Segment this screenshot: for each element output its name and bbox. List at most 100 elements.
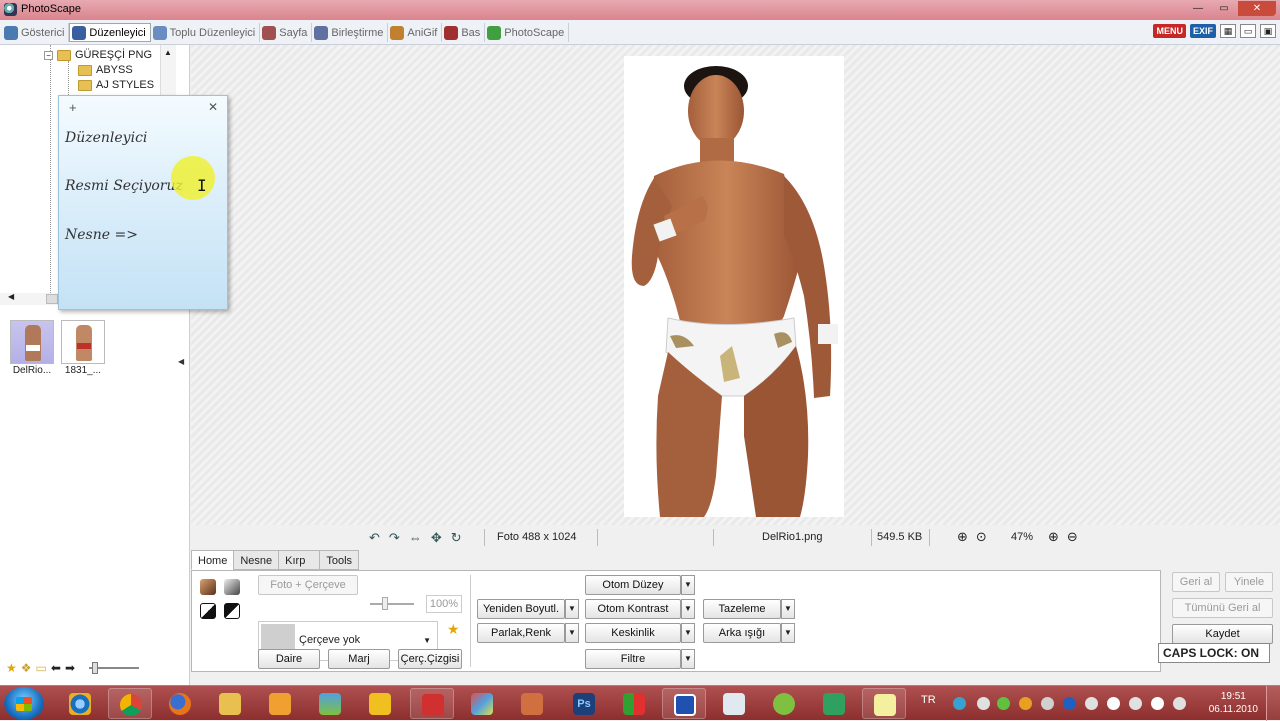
backlight-button[interactable]: Arka ışığı: [703, 623, 781, 643]
frame-opacity-slider[interactable]: [370, 597, 414, 610]
auto-contrast-button[interactable]: Otom Kontrast: [585, 599, 681, 619]
refresh-icon[interactable]: ↻: [451, 530, 462, 546]
maximize-button[interactable]: ▭: [1212, 1, 1236, 16]
taskbar-app-blue[interactable]: [662, 688, 706, 719]
brightness-color-dropdown[interactable]: ▼: [565, 623, 579, 643]
frame-line-button[interactable]: Çerç.Çizgisi: [398, 649, 462, 669]
close-button[interactable]: ✕: [1238, 1, 1276, 16]
taskbar-explorer[interactable]: [208, 688, 252, 719]
tray-icon[interactable]: [997, 697, 1010, 710]
thumbnail-size-slider[interactable]: [89, 662, 139, 674]
refresh-filter-dropdown[interactable]: ▼: [781, 599, 795, 619]
start-button[interactable]: [4, 687, 44, 720]
menu-button[interactable]: MENU: [1153, 24, 1186, 38]
flip-icon[interactable]: ⇔: [409, 530, 422, 546]
undo-all-button[interactable]: Tümünü Geri al: [1172, 598, 1273, 618]
tab-nesne[interactable]: Nesne: [233, 550, 280, 570]
auto-contrast-dropdown[interactable]: ▼: [681, 599, 695, 619]
rotate-right-icon[interactable]: ↷: [389, 530, 400, 546]
frame-gray-icon[interactable]: [224, 579, 240, 595]
language-indicator[interactable]: TR: [921, 694, 936, 706]
tree-item-aj-styles[interactable]: AJ STYLES: [78, 79, 154, 91]
folder-open-icon[interactable]: ▭: [36, 661, 47, 675]
thumbnail-delrio[interactable]: [10, 320, 54, 364]
filter-button[interactable]: Filtre: [585, 649, 681, 669]
resize-button[interactable]: Yeniden Boyutl.: [477, 599, 565, 619]
save-button[interactable]: Kaydet: [1172, 624, 1273, 644]
taskbar-app-tool[interactable]: [510, 688, 554, 719]
back-icon[interactable]: ⬅: [51, 661, 61, 675]
tray-icon[interactable]: [953, 697, 966, 710]
window-icon[interactable]: ▭: [1240, 24, 1256, 38]
signal-icon[interactable]: [1151, 697, 1164, 710]
volume-icon[interactable]: [1173, 697, 1186, 710]
tab-home[interactable]: Home: [191, 550, 235, 570]
taskbar-app-green[interactable]: [612, 688, 656, 719]
show-desktop-button[interactable]: [1266, 686, 1280, 721]
zoom-out-icon[interactable]: ⊖: [1067, 529, 1078, 545]
forward-icon[interactable]: ➡: [65, 661, 75, 675]
tab-tools[interactable]: Tools: [319, 550, 360, 570]
taskbar-notepad[interactable]: [712, 688, 756, 719]
folders-icon[interactable]: ❖: [21, 661, 32, 675]
tray-icon[interactable]: [1085, 697, 1098, 710]
tab-kirp[interactable]: Kırp: [278, 550, 321, 570]
photo-frame-button[interactable]: Foto + Çerçeve: [258, 575, 358, 595]
gallery-icon[interactable]: ▦: [1220, 24, 1236, 38]
action-center-icon[interactable]: [1129, 697, 1142, 710]
brightness-color-button[interactable]: Parlak,Renk: [477, 623, 565, 643]
bluetooth-icon[interactable]: [1063, 697, 1076, 710]
auto-level-button[interactable]: Otom Düzey: [585, 575, 681, 595]
taskbar-sticky-notes[interactable]: [862, 688, 906, 719]
taskbar-ie[interactable]: [58, 688, 102, 719]
fit-icon[interactable]: ✥: [431, 530, 442, 546]
tile-icon[interactable]: ▣: [1260, 24, 1276, 38]
sharpness-button[interactable]: Keskinlik: [585, 623, 681, 643]
tab-sayfa[interactable]: Sayfa: [260, 23, 313, 42]
taskbar-media[interactable]: [258, 688, 302, 719]
zoom-actual-icon[interactable]: ⊙: [976, 529, 987, 545]
contrast-icon[interactable]: [200, 603, 216, 619]
thumbnail-1831[interactable]: [61, 320, 105, 364]
marj-button[interactable]: Marj: [328, 649, 390, 669]
taskbar-app-a[interactable]: [812, 688, 856, 719]
opacity-value[interactable]: 100%: [426, 595, 462, 613]
taskbar-messenger[interactable]: [308, 688, 352, 719]
backlight-dropdown[interactable]: ▼: [781, 623, 795, 643]
tab-toplu-düzenleyici[interactable]: Toplu Düzenleyici: [151, 23, 261, 42]
undo-button[interactable]: Geri al: [1172, 572, 1220, 592]
tab-düzenleyici[interactable]: Düzenleyici: [69, 23, 151, 42]
minimize-button[interactable]: —: [1186, 1, 1210, 16]
tab-gösterici[interactable]: Gösterici: [2, 23, 70, 42]
zoom-in-icon[interactable]: ⊕: [1048, 529, 1059, 545]
taskbar-photoshop[interactable]: Ps: [562, 688, 606, 719]
collapse-panel-icon[interactable]: ◀: [178, 357, 184, 366]
auto-level-dropdown[interactable]: ▼: [681, 575, 695, 595]
clock[interactable]: 19:51 06.11.2010: [1209, 690, 1258, 716]
sharpness-dropdown[interactable]: ▼: [681, 623, 695, 643]
sticky-note[interactable]: + ✕ Düzenleyici Resmi Seçiyoruz Nesne =>: [58, 95, 228, 310]
taskbar-paint[interactable]: [460, 688, 504, 719]
tree-root[interactable]: − GÜREŞÇİ PNG: [44, 49, 152, 61]
tree-hscrollbar[interactable]: ◀: [0, 292, 60, 305]
rotate-left-icon[interactable]: ↶: [369, 530, 380, 546]
favorite-star-icon[interactable]: ★: [447, 621, 460, 638]
daire-button[interactable]: Daire: [258, 649, 320, 669]
collapse-icon[interactable]: −: [44, 50, 53, 60]
taskbar-firefox[interactable]: [158, 688, 202, 719]
taskbar-chrome[interactable]: [108, 688, 152, 719]
taskbar-app-red[interactable]: [410, 688, 454, 719]
zoom-fit-icon[interactable]: ⊕: [957, 529, 968, 545]
tree-item-abyss[interactable]: ABYSS: [78, 64, 133, 76]
tab-photoscape[interactable]: PhotoScape: [485, 23, 570, 42]
tab-bas[interactable]: Bas: [442, 23, 486, 42]
tray-icon[interactable]: [1019, 697, 1032, 710]
refresh-filter-button[interactable]: Tazeleme: [703, 599, 781, 619]
tray-icon[interactable]: [977, 697, 990, 710]
tab-anigif[interactable]: AniGif: [388, 23, 443, 42]
tab-birleştirme[interactable]: Birleştirme: [312, 23, 389, 42]
invert-icon[interactable]: [224, 603, 240, 619]
tray-icon[interactable]: [1107, 697, 1120, 710]
frame-color-icon[interactable]: [200, 579, 216, 595]
close-note-icon[interactable]: ✕: [208, 100, 218, 114]
